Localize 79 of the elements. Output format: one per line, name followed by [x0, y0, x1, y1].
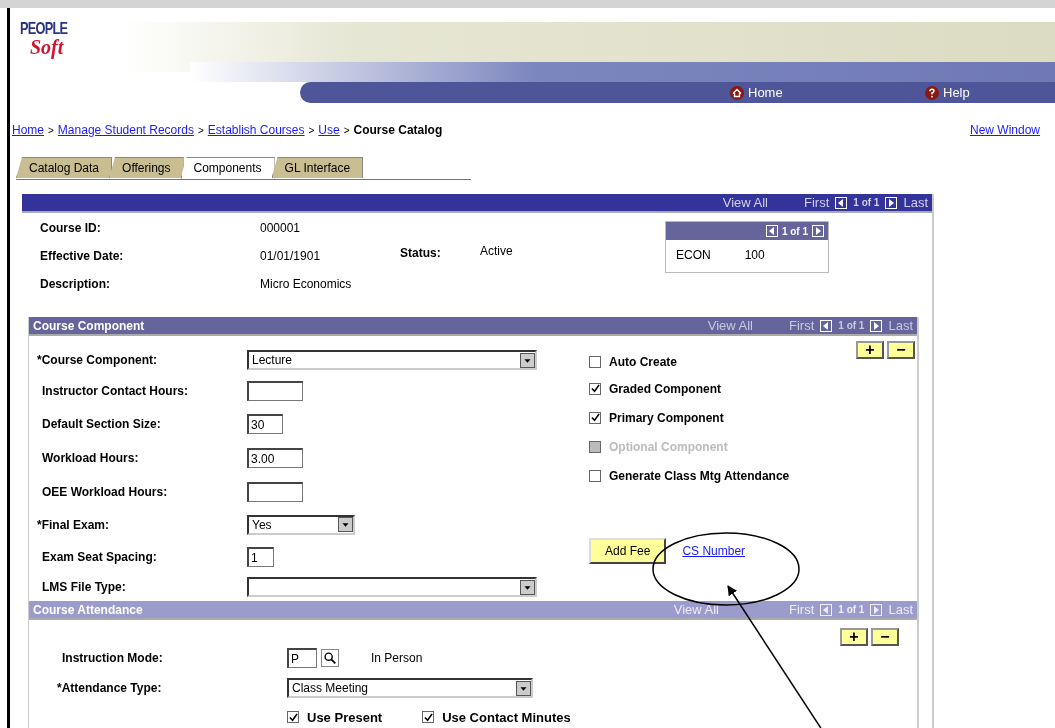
breadcrumb-link[interactable]: Establish Courses [207, 123, 305, 137]
input-field[interactable] [247, 481, 303, 502]
field-label: Instruction Mode: [61, 650, 164, 667]
field-label: *Attendance Type: [57, 680, 163, 697]
catalog-number: 100 [744, 248, 765, 262]
tab[interactable]: Offerings [109, 157, 184, 178]
input-field[interactable] [247, 380, 303, 401]
field-label: *Course Component: [37, 352, 158, 369]
field-label: Status: [400, 246, 442, 262]
add-row-button[interactable]: + [856, 341, 884, 359]
tab[interactable]: Components [180, 157, 275, 179]
tab[interactable]: Catalog Data [16, 157, 113, 178]
new-window-link[interactable]: New Window [969, 123, 1040, 137]
section-title: Course Component [33, 318, 145, 333]
checkbox[interactable] [422, 711, 435, 723]
page-count: 1 of 1 [781, 225, 808, 237]
input-field[interactable]: P [287, 648, 317, 668]
breadcrumb-link[interactable]: Use [318, 123, 340, 137]
breadcrumb-separator: > [48, 124, 54, 136]
search-icon[interactable] [321, 649, 339, 667]
field-value: Active [480, 244, 514, 260]
field-value: 01/01/1901 [260, 249, 322, 263]
delete-row-button[interactable]: − [887, 341, 915, 359]
field-value: In Person [371, 651, 423, 665]
dropdown[interactable]: Class Meeting [287, 678, 533, 698]
checkbox[interactable] [589, 411, 601, 424]
dropdown[interactable]: Lecture [247, 350, 537, 370]
checkbox-label: Primary Component [609, 410, 724, 425]
section-title: Course Attendance [33, 602, 143, 617]
add-row-button[interactable]: + [840, 628, 868, 646]
field-label: Course ID: [40, 221, 102, 235]
tab[interactable]: GL Interface [271, 157, 364, 178]
field-label: Effective Date: [40, 249, 125, 263]
breadcrumb-link[interactable]: Manage Student Records [57, 123, 194, 137]
checkbox[interactable] [287, 711, 299, 723]
page-count: 1 of 1 [838, 604, 865, 615]
breadcrumb-separator: > [343, 124, 350, 136]
field-value: 000001 [260, 221, 302, 235]
checkbox-label: Optional Component [609, 439, 728, 454]
home-icon [730, 85, 744, 100]
logo: PEOPLE Soft [20, 20, 69, 61]
input-field[interactable]: 30 [247, 414, 283, 434]
field-label: LMS File Type: [41, 579, 127, 596]
help-icon [925, 85, 939, 100]
dropdown[interactable]: Yes [247, 514, 355, 535]
breadcrumb-current: Course Catalog [353, 123, 443, 137]
add-fee-button[interactable]: Add Fee [589, 538, 667, 564]
checkbox[interactable] [589, 356, 601, 368]
last-link[interactable]: Last [903, 195, 928, 210]
checkbox-label: Auto Create [609, 355, 677, 369]
checkbox-label: Graded Component [609, 381, 721, 396]
first-link[interactable]: First [804, 195, 830, 210]
delete-row-button[interactable]: − [871, 628, 899, 646]
nav-link[interactable]: Home [730, 85, 783, 100]
checkbox-label: Use Contact Minutes [442, 709, 571, 725]
checkbox-label: Generate Class Mtg Attendance [609, 468, 790, 483]
checkbox-label: Use Present [307, 709, 383, 725]
input-field[interactable]: 1 [247, 547, 274, 567]
field-label: OEE Workload Hours: [41, 483, 169, 501]
subject-code: ECON [676, 248, 711, 262]
page-count: 1 of 1 [838, 320, 865, 331]
breadcrumb-link[interactable]: Home [12, 123, 44, 137]
field-label: *Final Exam: [37, 516, 111, 534]
field-label: Default Section Size: [41, 416, 162, 433]
breadcrumb-separator: > [197, 124, 204, 136]
field-label: Instructor Contact Hours: [41, 382, 189, 400]
view-all-link[interactable]: View All [722, 195, 768, 210]
field-label: Exam Seat Spacing: [41, 549, 158, 566]
checkbox[interactable] [589, 469, 601, 482]
field-value: Micro Economics [260, 277, 353, 291]
cs-number-link[interactable]: CS Number [682, 544, 746, 558]
field-label: Description: [40, 277, 111, 291]
page-count: 1 of 1 [853, 197, 880, 208]
checkbox[interactable] [589, 382, 601, 395]
field-label: Workload Hours: [41, 450, 140, 467]
dropdown[interactable] [247, 577, 537, 597]
nav-link[interactable]: Help [925, 85, 970, 100]
breadcrumb-separator: > [308, 124, 315, 136]
input-field[interactable]: 3.00 [247, 448, 303, 468]
